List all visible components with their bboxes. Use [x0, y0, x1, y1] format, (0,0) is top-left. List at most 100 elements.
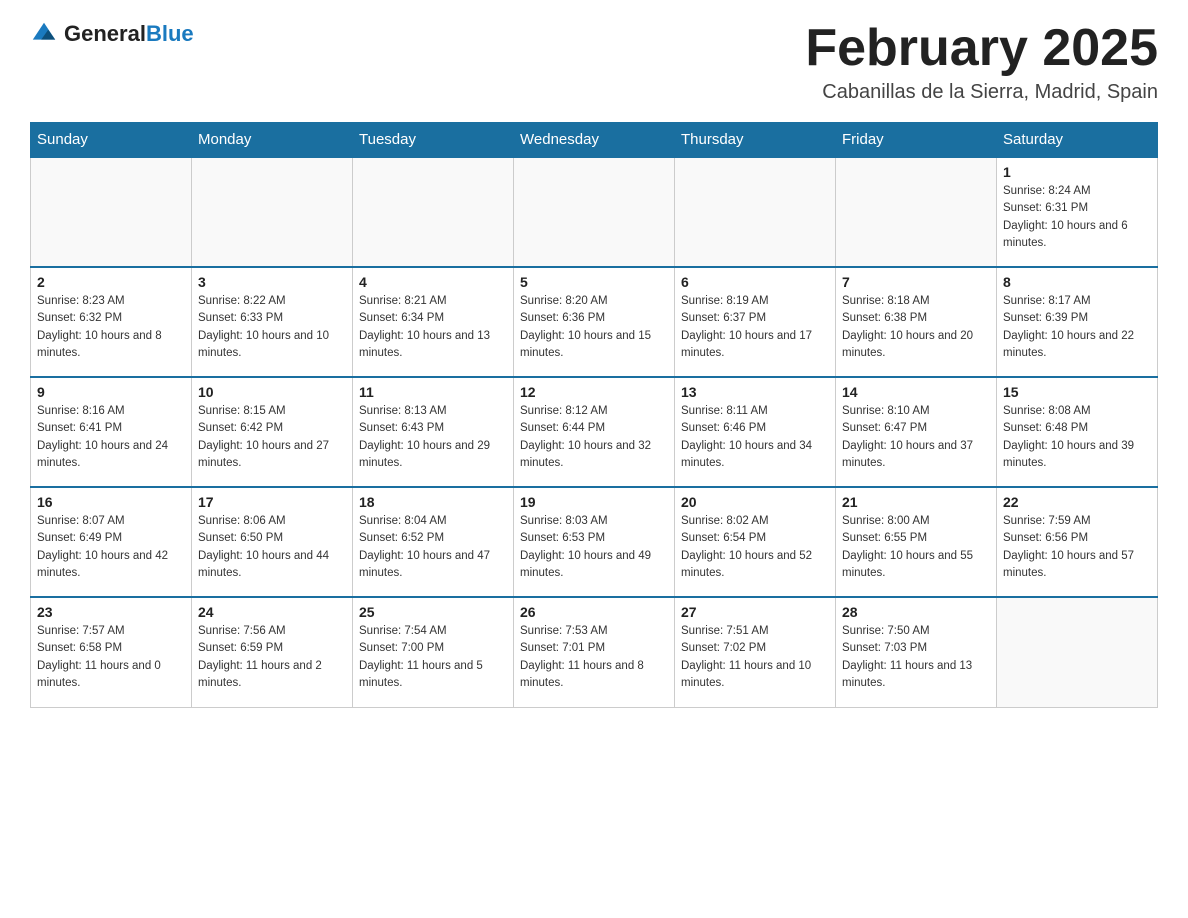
day-info: Sunrise: 8:23 AMSunset: 6:32 PMDaylight:…: [37, 293, 185, 362]
calendar-header-row: Sunday Monday Tuesday Wednesday Thursday…: [31, 123, 1158, 158]
table-row: 1 Sunrise: 8:24 AMSunset: 6:31 PMDaylight…: [997, 157, 1158, 267]
day-info: Sunrise: 7:53 AMSunset: 7:01 PMDaylight:…: [520, 623, 668, 692]
day-number: 2: [37, 274, 185, 290]
table-row: [192, 157, 353, 267]
day-number: 25: [359, 604, 507, 620]
day-number: 10: [198, 384, 346, 400]
day-info: Sunrise: 8:02 AMSunset: 6:54 PMDaylight:…: [681, 513, 829, 582]
table-row: 2 Sunrise: 8:23 AMSunset: 6:32 PMDaylight…: [31, 267, 192, 377]
day-info: Sunrise: 7:54 AMSunset: 7:00 PMDaylight:…: [359, 623, 507, 692]
calendar-week-row: 1 Sunrise: 8:24 AMSunset: 6:31 PMDaylight…: [31, 157, 1158, 267]
day-number: 6: [681, 274, 829, 290]
table-row: 27 Sunrise: 7:51 AMSunset: 7:02 PMDayligh…: [675, 597, 836, 707]
calendar-week-row: 23Sunrise: 7:57 AMSunset: 6:58 PMDayligh…: [31, 597, 1158, 707]
table-row: 19 Sunrise: 8:03 AMSunset: 6:53 PMDayligh…: [514, 487, 675, 597]
day-info: Sunrise: 8:24 AMSunset: 6:31 PMDaylight:…: [1003, 183, 1151, 252]
title-block: February 2025 Cabanillas de la Sierra, M…: [805, 20, 1158, 104]
day-number: 8: [1003, 274, 1151, 290]
table-row: 28 Sunrise: 7:50 AMSunset: 7:03 PMDayligh…: [836, 597, 997, 707]
table-row: [514, 157, 675, 267]
table-row: 11Sunrise: 8:13 AMSunset: 6:43 PMDayligh…: [353, 377, 514, 487]
table-row: 26 Sunrise: 7:53 AMSunset: 7:01 PMDayligh…: [514, 597, 675, 707]
day-number: 1: [1003, 164, 1151, 180]
day-info: Sunrise: 8:15 AMSunset: 6:42 PMDaylight:…: [198, 403, 346, 472]
day-number: 9: [37, 384, 185, 400]
day-number: 21: [842, 494, 990, 510]
day-number: 7: [842, 274, 990, 290]
table-row: 17 Sunrise: 8:06 AMSunset: 6:50 PMDayligh…: [192, 487, 353, 597]
table-row: 3Sunrise: 8:22 AMSunset: 6:33 PMDaylight…: [192, 267, 353, 377]
header-saturday: Saturday: [997, 123, 1158, 158]
day-info: Sunrise: 7:51 AMSunset: 7:02 PMDaylight:…: [681, 623, 829, 692]
table-row: 6 Sunrise: 8:19 AMSunset: 6:37 PMDaylight…: [675, 267, 836, 377]
table-row: 24 Sunrise: 7:56 AMSunset: 6:59 PMDayligh…: [192, 597, 353, 707]
day-number: 4: [359, 274, 507, 290]
table-row: 7 Sunrise: 8:18 AMSunset: 6:38 PMDaylight…: [836, 267, 997, 377]
day-number: 19: [520, 494, 668, 510]
day-number: 28: [842, 604, 990, 620]
day-info: Sunrise: 8:16 AMSunset: 6:41 PMDaylight:…: [37, 403, 185, 472]
calendar-table: Sunday Monday Tuesday Wednesday Thursday…: [30, 122, 1158, 708]
header-friday: Friday: [836, 123, 997, 158]
table-row: 23Sunrise: 7:57 AMSunset: 6:58 PMDayligh…: [31, 597, 192, 707]
table-row: 21 Sunrise: 8:00 AMSunset: 6:55 PMDayligh…: [836, 487, 997, 597]
logo: GeneralBlue: [30, 20, 194, 48]
logo-general-text: General: [64, 21, 146, 46]
logo-icon: [30, 20, 58, 48]
header-monday: Monday: [192, 123, 353, 158]
day-info: Sunrise: 8:00 AMSunset: 6:55 PMDaylight:…: [842, 513, 990, 582]
day-info: Sunrise: 7:57 AMSunset: 6:58 PMDaylight:…: [37, 623, 185, 692]
day-info: Sunrise: 7:50 AMSunset: 7:03 PMDaylight:…: [842, 623, 990, 692]
day-number: 15: [1003, 384, 1151, 400]
table-row: 10 Sunrise: 8:15 AMSunset: 6:42 PMDayligh…: [192, 377, 353, 487]
day-number: 27: [681, 604, 829, 620]
table-row: [836, 157, 997, 267]
day-number: 24: [198, 604, 346, 620]
day-info: Sunrise: 8:06 AMSunset: 6:50 PMDaylight:…: [198, 513, 346, 582]
day-number: 17: [198, 494, 346, 510]
day-info: Sunrise: 8:19 AMSunset: 6:37 PMDaylight:…: [681, 293, 829, 362]
day-info: Sunrise: 8:18 AMSunset: 6:38 PMDaylight:…: [842, 293, 990, 362]
day-number: 22: [1003, 494, 1151, 510]
day-info: Sunrise: 8:22 AMSunset: 6:33 PMDaylight:…: [198, 293, 346, 362]
page-header: GeneralBlue February 2025 Cabanillas de …: [30, 20, 1158, 104]
day-number: 13: [681, 384, 829, 400]
day-info: Sunrise: 8:21 AMSunset: 6:34 PMDaylight:…: [359, 293, 507, 362]
day-info: Sunrise: 8:03 AMSunset: 6:53 PMDaylight:…: [520, 513, 668, 582]
calendar-week-row: 9 Sunrise: 8:16 AMSunset: 6:41 PMDaylight…: [31, 377, 1158, 487]
table-row: 8 Sunrise: 8:17 AMSunset: 6:39 PMDaylight…: [997, 267, 1158, 377]
day-info: Sunrise: 8:12 AMSunset: 6:44 PMDaylight:…: [520, 403, 668, 472]
day-info: Sunrise: 8:13 AMSunset: 6:43 PMDaylight:…: [359, 403, 507, 472]
table-row: 13 Sunrise: 8:11 AMSunset: 6:46 PMDayligh…: [675, 377, 836, 487]
logo-blue-text: Blue: [146, 21, 194, 46]
table-row: 20Sunrise: 8:02 AMSunset: 6:54 PMDayligh…: [675, 487, 836, 597]
day-info: Sunrise: 8:04 AMSunset: 6:52 PMDaylight:…: [359, 513, 507, 582]
day-info: Sunrise: 8:08 AMSunset: 6:48 PMDaylight:…: [1003, 403, 1151, 472]
day-info: Sunrise: 8:07 AMSunset: 6:49 PMDaylight:…: [37, 513, 185, 582]
table-row: 14 Sunrise: 8:10 AMSunset: 6:47 PMDayligh…: [836, 377, 997, 487]
table-row: 16 Sunrise: 8:07 AMSunset: 6:49 PMDayligh…: [31, 487, 192, 597]
calendar-week-row: 2 Sunrise: 8:23 AMSunset: 6:32 PMDaylight…: [31, 267, 1158, 377]
table-row: 22 Sunrise: 7:59 AMSunset: 6:56 PMDayligh…: [997, 487, 1158, 597]
table-row: 9 Sunrise: 8:16 AMSunset: 6:41 PMDaylight…: [31, 377, 192, 487]
header-thursday: Thursday: [675, 123, 836, 158]
day-number: 16: [37, 494, 185, 510]
day-info: Sunrise: 8:10 AMSunset: 6:47 PMDaylight:…: [842, 403, 990, 472]
header-sunday: Sunday: [31, 123, 192, 158]
day-info: Sunrise: 7:56 AMSunset: 6:59 PMDaylight:…: [198, 623, 346, 692]
table-row: 18 Sunrise: 8:04 AMSunset: 6:52 PMDayligh…: [353, 487, 514, 597]
day-number: 26: [520, 604, 668, 620]
table-row: [353, 157, 514, 267]
day-info: Sunrise: 7:59 AMSunset: 6:56 PMDaylight:…: [1003, 513, 1151, 582]
calendar-week-row: 16 Sunrise: 8:07 AMSunset: 6:49 PMDayligh…: [31, 487, 1158, 597]
day-number: 12: [520, 384, 668, 400]
month-title: February 2025: [805, 20, 1158, 77]
header-tuesday: Tuesday: [353, 123, 514, 158]
day-number: 14: [842, 384, 990, 400]
table-row: 4 Sunrise: 8:21 AMSunset: 6:34 PMDaylight…: [353, 267, 514, 377]
day-info: Sunrise: 8:11 AMSunset: 6:46 PMDaylight:…: [681, 403, 829, 472]
day-number: 5: [520, 274, 668, 290]
day-number: 18: [359, 494, 507, 510]
day-info: Sunrise: 8:17 AMSunset: 6:39 PMDaylight:…: [1003, 293, 1151, 362]
header-wednesday: Wednesday: [514, 123, 675, 158]
